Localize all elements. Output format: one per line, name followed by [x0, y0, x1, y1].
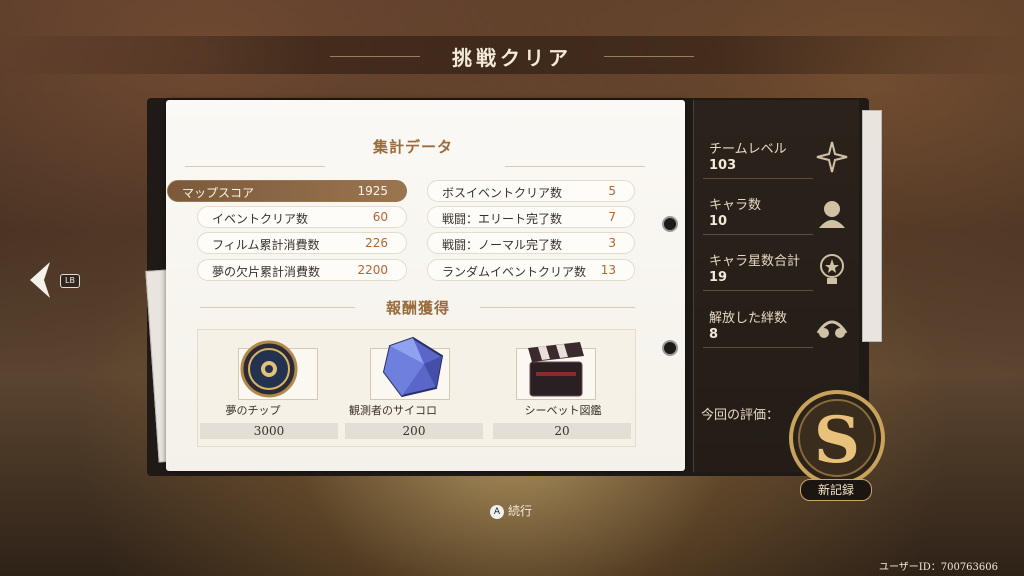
lb-button-badge[interactable]: LB	[60, 274, 80, 288]
divider	[185, 166, 325, 167]
character-icon	[814, 196, 850, 234]
clapperboard-icon[interactable]	[524, 342, 588, 402]
divider	[703, 178, 813, 179]
star-total-label: キャラ星数合計	[709, 254, 801, 269]
stat-dream-fragments: 夢の欠片累計消費数 2200	[197, 259, 407, 281]
team-level-value: 103	[709, 158, 737, 173]
continue-button[interactable]: A 続行	[490, 502, 532, 519]
stat-film-consumed: フィルム累計消費数 226	[197, 232, 407, 254]
stat-label: フィルム累計消費数	[212, 238, 320, 252]
stat-value: 5	[608, 184, 616, 198]
stat-elite-battle: 戦闘：エリート完了数 7	[427, 206, 635, 228]
sparkle-icon	[814, 140, 850, 178]
grade-medal: S	[782, 388, 892, 492]
stat-boss-clear: ボスイベントクリア数 5	[427, 180, 635, 202]
stat-random-event: ランダムイベントクリア数 13	[427, 259, 635, 281]
stat-label: 戦闘：ノーマル完了数	[442, 238, 563, 252]
divider	[703, 290, 813, 291]
team-level-label: チームレベル	[709, 142, 787, 157]
new-record-badge: 新記録	[800, 479, 872, 501]
stat-value: 2200	[357, 263, 388, 277]
stat-value: 7	[608, 210, 616, 224]
stat-label: 戦闘：エリート完了数	[442, 212, 563, 226]
chip-icon[interactable]	[235, 339, 303, 403]
divider	[200, 307, 355, 308]
continue-label: 続行	[508, 504, 533, 518]
divider	[703, 347, 813, 348]
reward-qty: 20	[554, 424, 570, 438]
stat-value: 1925	[357, 184, 388, 198]
stat-normal-battle: 戦闘：ノーマル完了数 3	[427, 232, 635, 254]
evaluation-label: 今回の評価：	[701, 408, 780, 423]
stat-value: 3	[608, 236, 616, 250]
bond-count-label: 解放した絆数	[709, 311, 788, 326]
stat-value: 13	[600, 263, 616, 277]
a-button-icon: A	[490, 504, 504, 519]
binder-ring-bottom	[662, 340, 678, 356]
stat-map-score: マップスコア 1925	[167, 180, 407, 202]
stat-label: ボスイベントクリア数	[442, 186, 563, 200]
star-bulb-icon	[814, 252, 850, 290]
user-id: ユーザーID：700763606	[878, 562, 998, 573]
divider	[505, 166, 645, 167]
stat-label: 夢の欠片累計消費数	[212, 265, 321, 279]
rewards-section-title: 報酬獲得	[386, 299, 451, 317]
stat-label: マップスコア	[182, 186, 255, 200]
stat-label: イベントクリア数	[212, 212, 309, 226]
divider	[703, 234, 813, 235]
character-count-value: 10	[709, 214, 728, 229]
reward-qty: 3000	[253, 424, 285, 438]
bond-icon	[814, 309, 850, 347]
bond-count-value: 8	[709, 327, 719, 342]
divider	[480, 307, 635, 308]
stat-event-clear: イベントクリア数 60	[197, 206, 407, 228]
reward-name: 夢のチップ	[225, 404, 281, 417]
stat-value: 226	[365, 236, 388, 250]
stat-value: 60	[372, 210, 388, 224]
stat-label: ランダムイベントクリア数	[442, 265, 587, 279]
reward-qty: 200	[402, 424, 426, 438]
back-arrow-icon[interactable]	[28, 262, 52, 302]
star-total-value: 19	[709, 270, 728, 285]
binder-ring-top	[662, 216, 678, 232]
stats-section-title: 集計データ	[373, 138, 454, 156]
grade-text: S	[814, 403, 860, 478]
dice-icon[interactable]	[380, 336, 446, 402]
reward-name: シーベット図鑑	[524, 404, 602, 417]
page-title: 挑戦クリア	[452, 46, 572, 70]
photo-card-right	[862, 110, 882, 342]
reward-name: 観測者のサイコロ	[349, 404, 437, 417]
character-count-label: キャラ数	[709, 198, 762, 213]
